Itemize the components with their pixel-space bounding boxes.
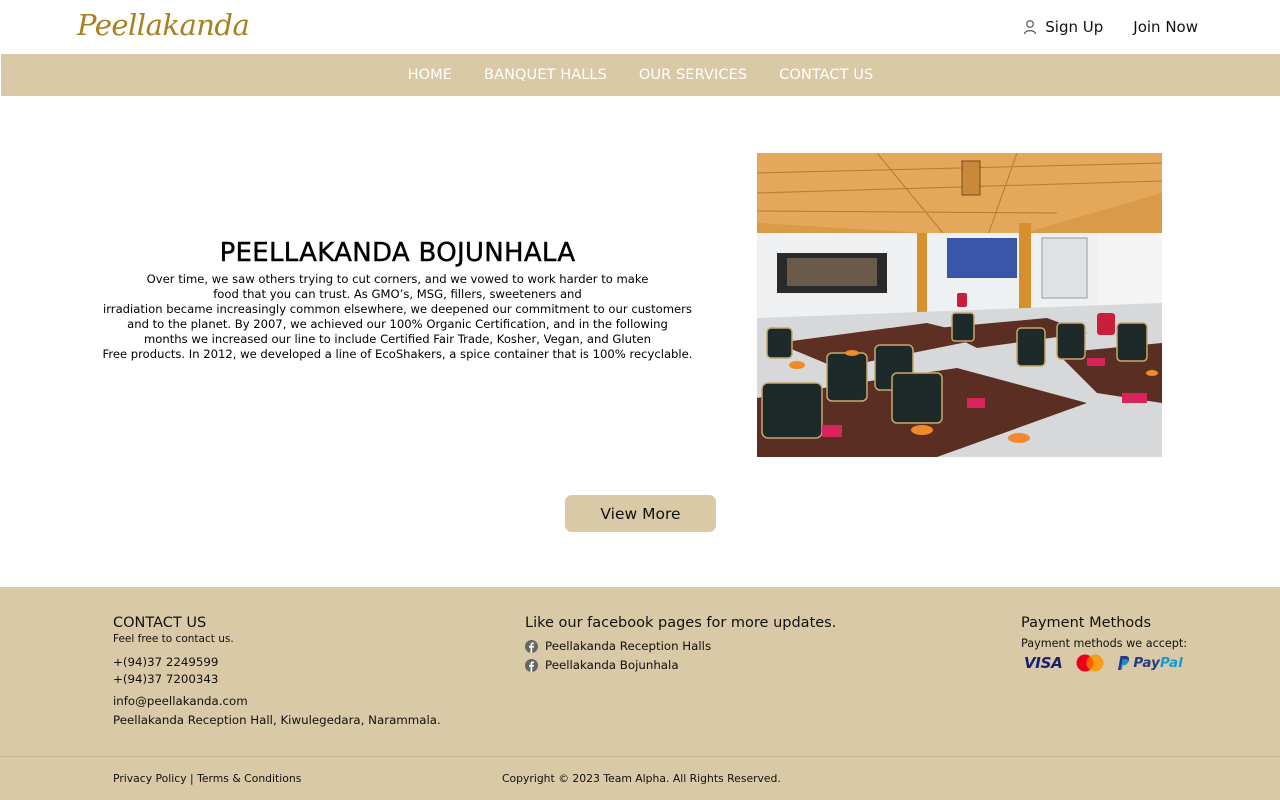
contact-address: Peellakanda Reception Hall, Kiwulegedara… bbox=[113, 713, 441, 727]
site-logo[interactable]: Peellakanda bbox=[77, 8, 250, 42]
terms-link[interactable]: Terms & Conditions bbox=[197, 772, 301, 785]
facebook-link-reception-halls[interactable]: Peellakanda Reception Halls bbox=[525, 639, 836, 653]
hero-title: PEELLAKANDA BOJUNHALA bbox=[219, 238, 576, 268]
paypal-pal-text: Pal bbox=[1159, 655, 1183, 671]
footer-legal-links: Privacy Policy | Terms & Conditions bbox=[113, 772, 301, 785]
payment-subtitle: Payment methods we accept: bbox=[1021, 637, 1188, 650]
contact-heading: CONTACT US bbox=[113, 615, 207, 631]
hero-line: Free products. In 2012, we developed a l… bbox=[102, 347, 693, 361]
facebook-page-label: Peellakanda Bojunhala bbox=[545, 658, 679, 672]
paypal-pay-text: Pay bbox=[1133, 655, 1160, 671]
facebook-heading: Like our facebook pages for more updates… bbox=[525, 615, 837, 631]
facebook-link-bojunhala[interactable]: Peellakanda Bojunhala bbox=[525, 658, 836, 672]
nav-contact-us[interactable]: CONTACT US bbox=[779, 67, 873, 83]
nav-our-services[interactable]: OUR SERVICES bbox=[639, 67, 747, 83]
main-nav: HOME BANQUET HALLS OUR SERVICES CONTACT … bbox=[1, 54, 1280, 96]
visa-logo: VISA bbox=[1024, 654, 1063, 672]
site-footer: CONTACT US Feel free to contact us. +(94… bbox=[0, 587, 1280, 800]
hero-description: Over time, we saw others trying to cut c… bbox=[70, 272, 725, 362]
facebook-page-label: Peellakanda Reception Halls bbox=[545, 639, 712, 653]
legal-separator: | bbox=[186, 772, 198, 785]
restaurant-photo bbox=[757, 153, 1162, 457]
hero-text: PEELLAKANDA BOJUNHALA Over time, we saw … bbox=[70, 238, 725, 362]
footer-facebook: Like our facebook pages for more updates… bbox=[525, 615, 836, 672]
copyright-text: Copyright © 2023 Team Alpha. All Rights … bbox=[502, 772, 781, 785]
paypal-logo: Pay Pal bbox=[1116, 655, 1183, 671]
contact-email[interactable]: info@peellakanda.com bbox=[113, 694, 441, 708]
sign-up-label: Sign Up bbox=[1045, 18, 1104, 36]
join-now-link[interactable]: Join Now bbox=[1133, 18, 1198, 36]
view-more-button[interactable]: View More bbox=[565, 495, 716, 532]
payment-heading: Payment Methods bbox=[1021, 615, 1152, 631]
sign-up-link[interactable]: Sign Up bbox=[1023, 18, 1103, 36]
nav-banquet-halls[interactable]: BANQUET HALLS bbox=[484, 67, 607, 83]
hero-line: and to the planet. By 2007, we achieved … bbox=[127, 317, 668, 331]
user-icon bbox=[1023, 19, 1037, 35]
contact-subtitle: Feel free to contact us. bbox=[113, 633, 234, 645]
payment-logos: VISA Pay Pal bbox=[1021, 654, 1187, 672]
contact-phone-2[interactable]: +(94)37 7200343 bbox=[113, 672, 441, 686]
privacy-policy-link[interactable]: Privacy Policy bbox=[113, 772, 187, 785]
footer-contact: CONTACT US Feel free to contact us. +(94… bbox=[113, 615, 441, 727]
hero-line: Over time, we saw others trying to cut c… bbox=[146, 272, 649, 286]
footer-payment: Payment Methods Payment methods we accep… bbox=[1021, 615, 1187, 672]
hero-line: food that you can trust. As GMO’s, MSG, … bbox=[213, 287, 582, 301]
auth-links: Sign Up Join Now bbox=[1023, 18, 1198, 36]
nav-home[interactable]: HOME bbox=[408, 67, 452, 83]
site-header: Peellakanda Sign Up Join Now bbox=[0, 0, 1280, 54]
hero-line: irradiation became increasingly common e… bbox=[103, 302, 692, 316]
mastercard-logo bbox=[1076, 654, 1104, 672]
facebook-icon bbox=[525, 658, 538, 672]
footer-divider bbox=[0, 756, 1280, 757]
contact-phone-1[interactable]: +(94)37 2249599 bbox=[113, 655, 441, 669]
facebook-icon bbox=[525, 639, 538, 653]
hero-line: months we increased our line to include … bbox=[143, 332, 651, 346]
